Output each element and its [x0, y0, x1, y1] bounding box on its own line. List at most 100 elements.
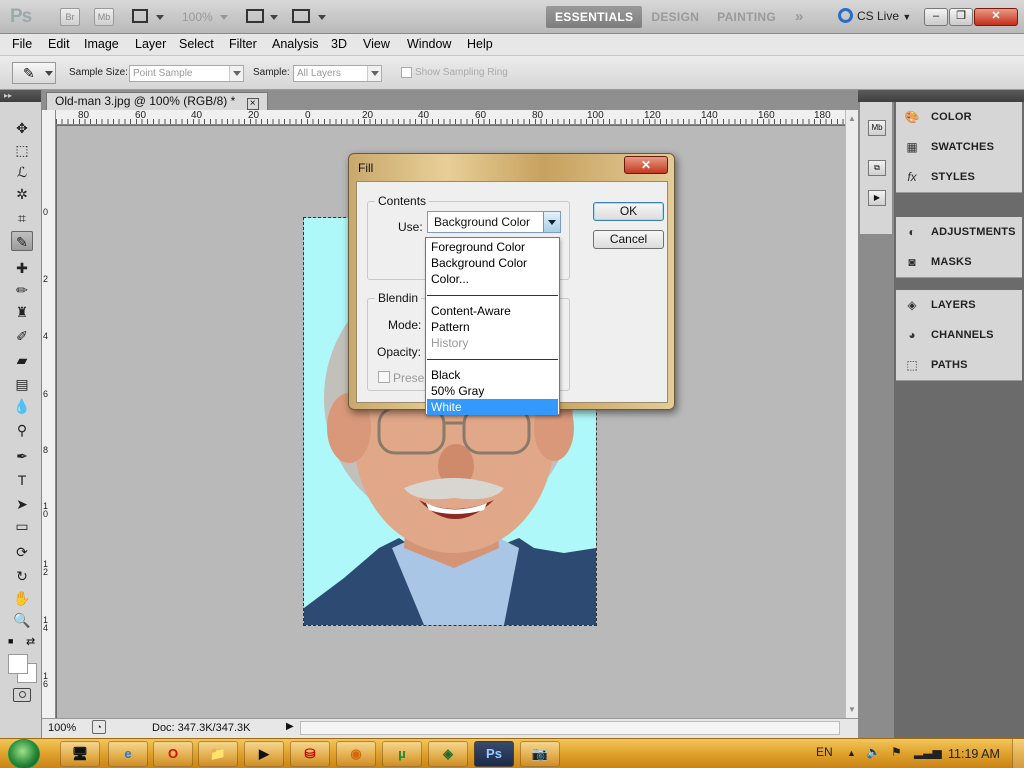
path-selection-tool-icon[interactable]: ➤: [11, 494, 33, 514]
healing-brush-tool-icon[interactable]: ✚: [11, 258, 33, 278]
3d-rotate-tool-icon[interactable]: ⟳: [11, 542, 33, 562]
mini-bridge-panel-icon[interactable]: Mb: [868, 120, 886, 136]
sample-select[interactable]: All Layers: [293, 65, 382, 82]
panel-paths[interactable]: ⬚ PATHS: [896, 350, 1022, 380]
internet-explorer-icon[interactable]: e: [108, 741, 148, 767]
option-pattern[interactable]: Pattern: [427, 319, 558, 335]
network-icon[interactable]: ◈: [428, 741, 468, 767]
close-document-icon[interactable]: ×: [246, 98, 259, 110]
menu-filter[interactable]: Filter: [229, 37, 257, 51]
horizontal-ruler[interactable]: 80 60 40 20 0 20 40 60 80 100 120 140 16…: [56, 110, 846, 125]
tools-panel-header[interactable]: ▸▸: [0, 90, 41, 102]
media-player-icon[interactable]: ▶: [244, 741, 284, 767]
horizontal-scrollbar[interactable]: [300, 721, 840, 735]
status-zoom[interactable]: 100%: [48, 722, 76, 734]
clock[interactable]: 11:19 AM: [948, 747, 1000, 761]
arrange-documents-icon[interactable]: [246, 9, 264, 23]
option-foreground-color[interactable]: Foreground Color: [427, 239, 558, 255]
type-tool-icon[interactable]: T: [11, 470, 33, 490]
option-background-color[interactable]: Background Color: [427, 255, 558, 271]
panel-channels[interactable]: ◕ CHANNELS: [896, 320, 1022, 350]
opera-icon[interactable]: O: [153, 741, 193, 767]
zoom-level[interactable]: 100%: [182, 10, 213, 24]
panel-swatches[interactable]: ▦ SWATCHES: [896, 132, 1022, 162]
quick-selection-tool-icon[interactable]: ✲: [11, 184, 33, 204]
launch-bridge-button[interactable]: Br: [60, 8, 80, 26]
sample-size-select[interactable]: Point Sample: [129, 65, 244, 82]
screen-mode-icon[interactable]: [292, 9, 310, 23]
ok-button[interactable]: OK: [593, 202, 664, 221]
hand-tool-icon[interactable]: ✋: [11, 588, 33, 608]
panel-adjustments[interactable]: ◐ ADJUSTMENTS: [896, 217, 1022, 247]
panel-layers[interactable]: ◈ LAYERS: [896, 290, 1022, 320]
preserve-transparency-checkbox[interactable]: [378, 371, 390, 383]
utorrent-icon[interactable]: µ: [382, 741, 422, 767]
dialog-close-button[interactable]: ✕: [624, 156, 668, 174]
launch-mini-bridge-button[interactable]: Mb: [94, 8, 114, 26]
menu-file[interactable]: File: [12, 37, 32, 51]
more-workspaces-button[interactable]: »: [795, 8, 803, 25]
move-tool-icon[interactable]: ✥: [11, 118, 33, 138]
workspace-essentials[interactable]: ESSENTIALS: [546, 6, 643, 28]
cancel-button[interactable]: Cancel: [593, 230, 664, 249]
pen-tool-icon[interactable]: ✒: [11, 446, 33, 466]
chevron-down-icon[interactable]: [220, 15, 228, 20]
swap-colors-icon[interactable]: ⇄: [26, 635, 35, 648]
status-options-icon[interactable]: ◔: [92, 720, 106, 734]
status-menu-arrow-icon[interactable]: ▶: [286, 721, 294, 732]
gradient-tool-icon[interactable]: ▤: [11, 374, 33, 394]
show-desktop-button[interactable]: [1012, 739, 1024, 768]
crop-tool-icon[interactable]: ⌗: [11, 208, 33, 228]
panel-strip-header[interactable]: [858, 90, 894, 102]
blur-tool-icon[interactable]: 💧: [11, 396, 33, 416]
3d-orbit-tool-icon[interactable]: ↻: [11, 566, 33, 586]
language-indicator[interactable]: EN: [816, 745, 833, 759]
chevron-down-icon[interactable]: [543, 212, 560, 232]
shape-tool-icon[interactable]: ▭: [11, 516, 33, 536]
menu-edit[interactable]: Edit: [48, 37, 70, 51]
option-50-gray[interactable]: 50% Gray: [427, 383, 558, 399]
cs-live-menu[interactable]: CS Live ▼: [838, 8, 911, 23]
panel-styles[interactable]: fx STYLES: [896, 162, 1022, 192]
restore-button[interactable]: ❐: [949, 8, 973, 26]
network-signal-icon[interactable]: ▂▃▅: [914, 745, 942, 759]
panel-color[interactable]: 🎨 COLOR: [896, 102, 1022, 132]
volume-icon[interactable]: 🔈: [866, 745, 881, 759]
tool-preset-picker[interactable]: ✎: [12, 62, 56, 84]
menu-image[interactable]: Image: [84, 37, 119, 51]
option-content-aware[interactable]: Content-Aware: [427, 303, 558, 319]
show-hidden-icons-icon[interactable]: ▲: [847, 748, 856, 758]
vertical-ruler[interactable]: 0 2 4 6 8 10 12 14 16: [42, 110, 56, 718]
document-tab[interactable]: Old-man 3.jpg @ 100% (RGB/8) * ×: [46, 92, 268, 110]
default-colors-icon[interactable]: ■: [8, 636, 13, 646]
dodge-tool-icon[interactable]: ⚲: [11, 420, 33, 440]
firefox-icon[interactable]: ◉: [336, 741, 376, 767]
menu-3d[interactable]: 3D: [331, 37, 347, 51]
show-sampling-ring-checkbox[interactable]: [401, 67, 412, 78]
quick-mask-icon[interactable]: [13, 688, 31, 702]
photoshop-taskbar-icon[interactable]: Ps: [474, 741, 514, 767]
workspace-painting[interactable]: PAINTING: [708, 6, 785, 28]
zoom-tool-icon[interactable]: 🔍: [11, 610, 33, 630]
lasso-tool-icon[interactable]: ℒ: [11, 162, 33, 182]
menu-view[interactable]: View: [363, 37, 390, 51]
chevron-down-icon[interactable]: [270, 15, 278, 20]
brush-tool-icon[interactable]: ✏: [11, 280, 33, 300]
history-panel-icon[interactable]: ⧉: [868, 160, 886, 176]
menu-layer[interactable]: Layer: [135, 37, 166, 51]
menu-analysis[interactable]: Analysis: [272, 37, 319, 51]
action-center-flag-icon[interactable]: ⚑: [891, 745, 902, 759]
explorer-icon[interactable]: 🖥: [60, 741, 100, 767]
close-window-button[interactable]: ✕: [974, 8, 1018, 26]
view-extras-icon[interactable]: [132, 9, 148, 23]
clone-stamp-tool-icon[interactable]: ♜: [11, 302, 33, 322]
eraser-tool-icon[interactable]: ▰: [11, 350, 33, 370]
menu-window[interactable]: Window: [407, 37, 451, 51]
option-white[interactable]: White: [427, 399, 558, 415]
use-select[interactable]: Background Color: [427, 211, 561, 233]
foreground-color-swatch[interactable]: [8, 654, 28, 674]
camera-app-icon[interactable]: 📷: [520, 741, 560, 767]
panel-masks[interactable]: ◙ MASKS: [896, 247, 1022, 277]
option-color[interactable]: Color...: [427, 271, 558, 287]
scroll-down-arrow[interactable]: ▼: [848, 705, 856, 714]
